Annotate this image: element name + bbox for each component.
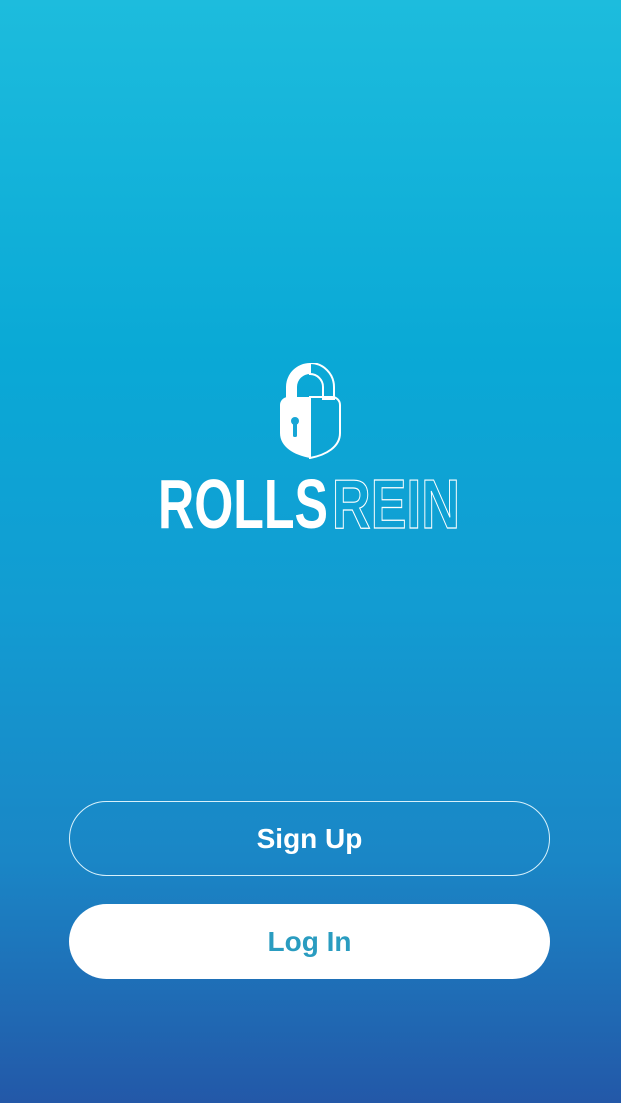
brand-name-secondary: REIN (332, 468, 460, 538)
brand-wordmark: ROLLS REIN (158, 468, 461, 538)
lock-icon (280, 363, 341, 459)
signup-button-label: Sign Up (256, 822, 363, 854)
signup-button[interactable]: Sign Up (69, 801, 550, 876)
brand-name-primary: ROLLS (158, 468, 328, 538)
brand-logo: ROLLS REIN (0, 360, 621, 540)
welcome-screen: ROLLS REIN Sign Up Log In (0, 0, 621, 1103)
login-button[interactable]: Log In (69, 904, 550, 979)
login-button-label: Log In (267, 925, 352, 957)
